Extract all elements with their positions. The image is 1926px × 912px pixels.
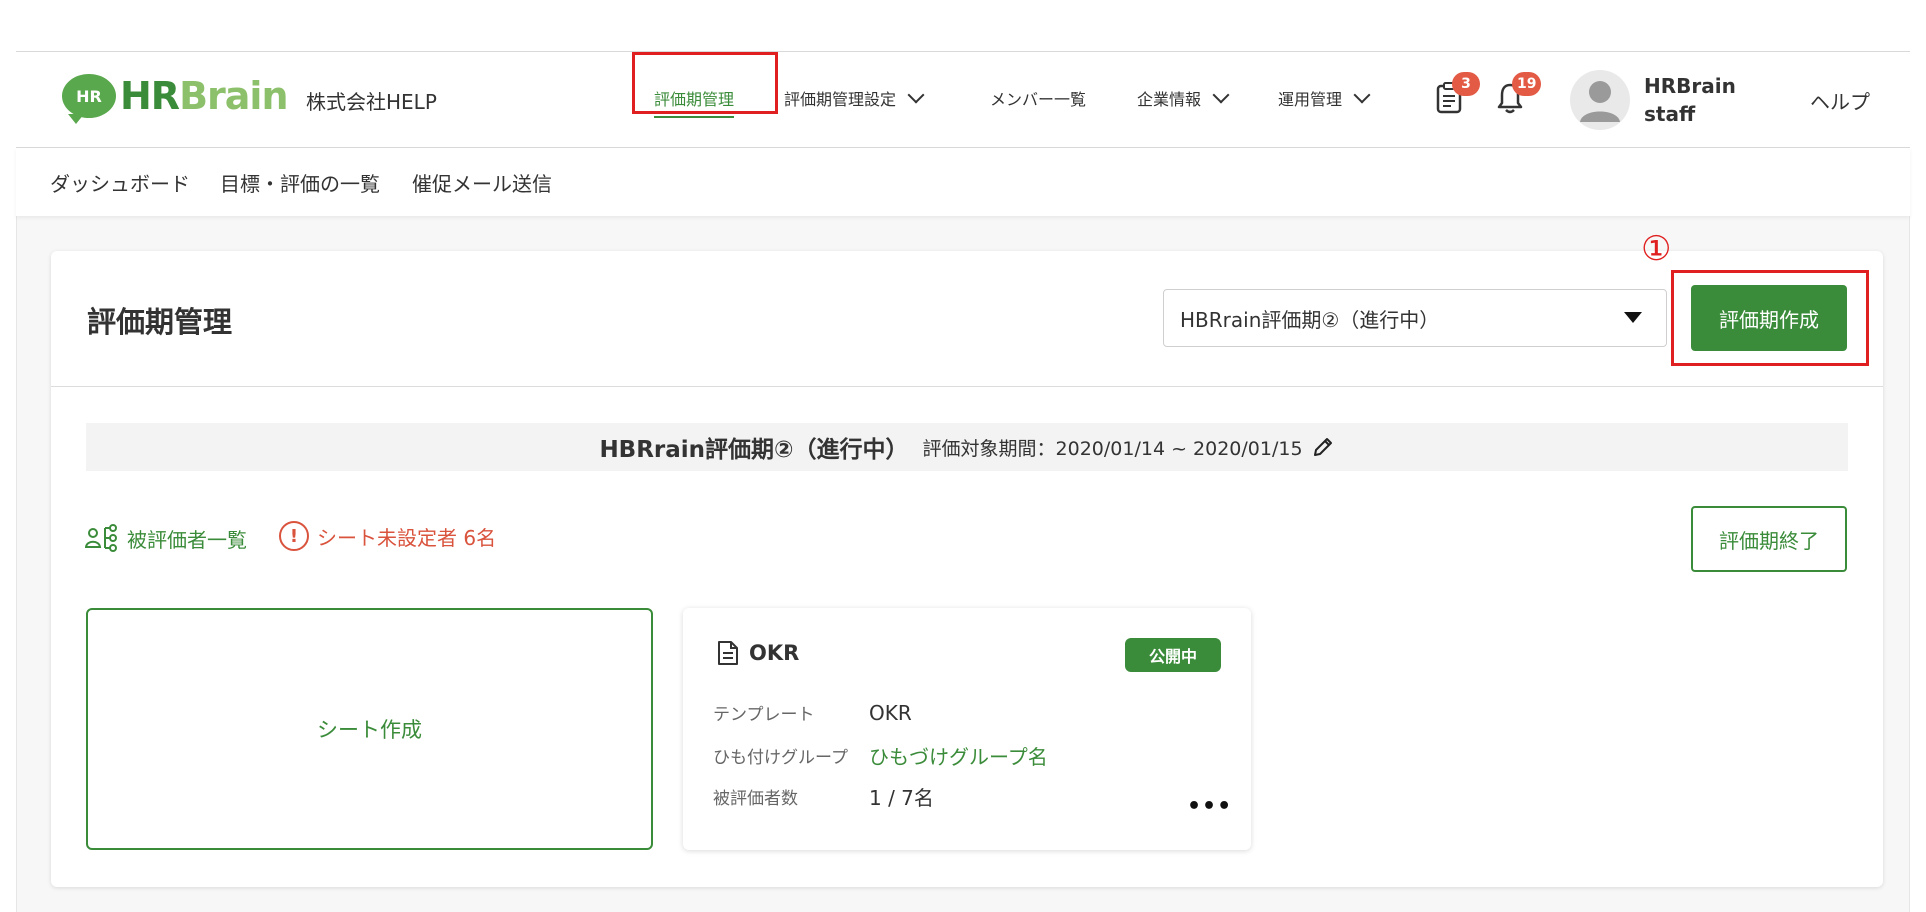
- end-period-button[interactable]: 評価期終了: [1691, 506, 1847, 572]
- user-name-line1: HRBrain: [1644, 74, 1736, 98]
- user-name-line2: staff: [1644, 102, 1696, 126]
- avatar[interactable]: [1570, 70, 1630, 130]
- warning-text: シート未設定者 6名: [317, 525, 497, 550]
- sub-navigation: ダッシュボード 目標・評価の一覧 催促メール送信: [16, 148, 1910, 216]
- template-label: テンプレート: [713, 705, 815, 725]
- exclamation-circle-icon: !: [279, 521, 309, 551]
- status-badge: 公開中: [1125, 638, 1221, 672]
- period-name: HBRrain評価期②（進行中）: [599, 437, 909, 463]
- tasks-button[interactable]: 3: [1436, 72, 1480, 118]
- group-row: ひも付けグループ ひもづけグループ名: [713, 741, 1048, 770]
- notifications-count-badge: 19: [1512, 72, 1542, 96]
- period-select-value: HBRrain評価期②（進行中）: [1180, 307, 1440, 332]
- chevron-down-icon: [1353, 86, 1371, 104]
- subnav-item-goals-list[interactable]: 目標・評価の一覧: [220, 168, 380, 197]
- card-header: 評価期管理 HBRrain評価期②（進行中） ① 評価期作成: [51, 229, 1883, 387]
- nav-item-operations[interactable]: 運用管理: [1278, 86, 1371, 110]
- nav-item-company-info[interactable]: 企業情報: [1137, 86, 1230, 110]
- notifications-button[interactable]: 19: [1496, 72, 1542, 118]
- active-underline: [654, 116, 735, 118]
- caret-down-icon: [1624, 312, 1642, 323]
- more-options-icon[interactable]: •••: [1187, 794, 1232, 819]
- logo-text: HRBrain: [120, 74, 289, 118]
- evaluation-period-card: 評価期管理 HBRrain評価期②（進行中） ① 評価期作成 HBRrain評価…: [51, 229, 1883, 887]
- chevron-down-icon: [907, 86, 925, 104]
- sheet-title: OKR: [717, 640, 799, 666]
- nav-item-label: メンバー一覧: [990, 90, 1087, 109]
- top-strip: [16, 0, 1910, 52]
- evaluee-count-label: 被評価者数: [713, 789, 798, 809]
- period-range-text: 評価対象期間：2020/01/14 ~ 2020/01/15: [922, 437, 1303, 460]
- evaluees-list-label: 被評価者一覧: [127, 527, 247, 552]
- sheet-card[interactable]: OKR 公開中 テンプレート OKR ひも付けグループ ひもづけグループ名 被評…: [683, 608, 1251, 850]
- period-range: 評価対象期間：2020/01/14 ~ 2020/01/15: [923, 434, 1335, 461]
- hrbrain-logo[interactable]: HR HRBrain: [62, 74, 289, 124]
- period-info-bar: HBRrain評価期②（進行中） 評価対象期間：2020/01/14 ~ 202…: [86, 423, 1848, 471]
- chevron-down-icon: [1212, 86, 1230, 104]
- nav-item-label: 評価期管理: [654, 90, 735, 109]
- evaluee-count-value: 1 / 7名: [869, 786, 934, 810]
- period-select[interactable]: HBRrain評価期②（進行中）: [1163, 289, 1667, 347]
- help-link[interactable]: ヘルプ: [1810, 86, 1870, 115]
- annotation-number: ①: [1641, 229, 1672, 269]
- tasks-count-badge: 3: [1452, 72, 1480, 96]
- template-value: OKR: [869, 700, 912, 725]
- company-name: 株式会社HELP: [306, 90, 437, 114]
- nav-item-label: 運用管理: [1278, 90, 1343, 109]
- pencil-icon[interactable]: [1311, 435, 1335, 459]
- org-tree-icon: [85, 524, 117, 552]
- document-icon: [718, 641, 738, 665]
- create-sheet-button[interactable]: シート作成: [86, 608, 653, 850]
- subnav-item-reminder-mail[interactable]: 催促メール送信: [412, 168, 552, 197]
- nav-item-label: 評価期管理設定: [784, 90, 897, 109]
- user-name[interactable]: HRBrain staff: [1644, 72, 1736, 128]
- create-period-button[interactable]: 評価期作成: [1691, 285, 1847, 351]
- template-row: テンプレート OKR: [713, 700, 912, 726]
- evaluees-list-link[interactable]: 被評価者一覧: [85, 523, 247, 553]
- subnav-item-dashboard[interactable]: ダッシュボード: [50, 168, 190, 197]
- evaluee-count-row: 被評価者数 1 / 7名: [713, 782, 934, 811]
- nav-item-label: 企業情報: [1137, 90, 1202, 109]
- group-label: ひも付けグループ: [713, 748, 848, 768]
- nav-item-period-settings[interactable]: 評価期管理設定: [784, 86, 925, 110]
- global-header: HR HRBrain 株式会社HELP 評価期管理 評価期管理設定 メンバー一覧…: [16, 52, 1910, 148]
- logo-badge: HR: [62, 74, 116, 124]
- nav-item-evaluation-period[interactable]: 評価期管理: [654, 86, 735, 118]
- page-title: 評価期管理: [87, 305, 233, 339]
- unassigned-sheet-warning[interactable]: ! シート未設定者 6名: [279, 521, 496, 551]
- nav-item-members[interactable]: メンバー一覧: [990, 86, 1086, 110]
- user-silhouette-icon: [1580, 81, 1620, 122]
- group-link[interactable]: ひもづけグループ名: [869, 741, 1048, 770]
- logo-hr: HR: [120, 74, 180, 118]
- logo-brain: Brain: [179, 74, 288, 118]
- sheet-title-text: OKR: [749, 641, 800, 665]
